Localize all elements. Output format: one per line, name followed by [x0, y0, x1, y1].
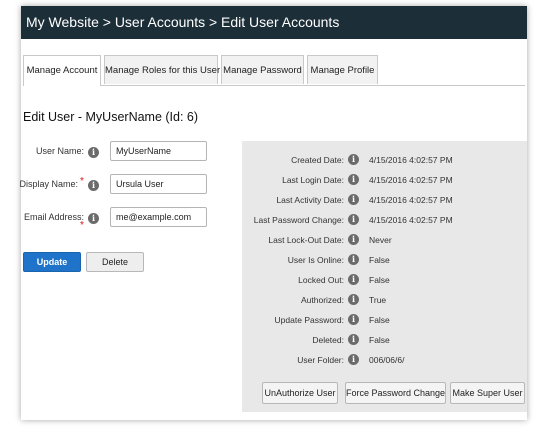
info-row: Last Activity Date: i 4/15/2016 4:02:57 PM: [242, 193, 527, 207]
info-icon[interactable]: i: [88, 213, 99, 224]
info-row-label: Last Activity Date:: [276, 195, 344, 205]
info-row-value: 4/15/2016 4:02:57 PM: [369, 175, 453, 185]
info-icon[interactable]: i: [348, 314, 359, 325]
tab-manage-password[interactable]: Manage Password: [221, 55, 304, 84]
required-marker: *: [80, 176, 84, 187]
info-row: User Folder: i 006/06/6/: [242, 353, 527, 367]
info-row-value: 4/15/2016 4:02:57 PM: [369, 155, 453, 165]
info-icon[interactable]: i: [348, 334, 359, 345]
info-row-value: 4/15/2016 4:02:57 PM: [369, 195, 453, 205]
username-field[interactable]: MyUserName: [110, 141, 207, 161]
info-icon[interactable]: i: [348, 214, 359, 225]
info-row-value: 4/15/2016 4:02:57 PM: [369, 215, 453, 225]
tab-bar: Manage Account Manage Roles for this Use…: [23, 55, 525, 86]
make-super-user-button[interactable]: Make Super User: [450, 382, 525, 404]
unauthorize-user-button[interactable]: UnAuthorize User: [262, 382, 338, 404]
info-row: Authorized: i True: [242, 293, 527, 307]
info-row-label: Last Lock-Out Date:: [268, 235, 344, 245]
info-row-value: 006/06/6/: [369, 355, 405, 365]
info-row: Created Date: i 4/15/2016 4:02:57 PM: [242, 153, 527, 167]
account-info-panel: Created Date: i 4/15/2016 4:02:57 PM Last L…: [242, 141, 527, 412]
force-password-change-button[interactable]: Force Password Change: [345, 382, 446, 404]
info-row-value: True: [369, 295, 387, 305]
info-row-value: False: [369, 335, 390, 345]
info-row-label: Locked Out:: [298, 275, 344, 285]
info-row-value: Never: [369, 235, 392, 245]
info-row-label: User Is Online:: [287, 255, 344, 265]
info-icon[interactable]: i: [348, 154, 359, 165]
info-icon[interactable]: i: [348, 234, 359, 245]
info-row-label: User Folder:: [297, 355, 344, 365]
email-label: Email Address:: [23, 212, 84, 222]
breadcrumb-title: My Website > User Accounts > Edit User A…: [21, 6, 527, 39]
info-row-label: Deleted:: [312, 335, 344, 345]
info-icon[interactable]: i: [348, 354, 359, 365]
info-row-label: Created Date:: [291, 155, 344, 165]
info-icon[interactable]: i: [88, 180, 99, 191]
info-icon[interactable]: i: [348, 194, 359, 205]
info-icon[interactable]: i: [348, 254, 359, 265]
info-row-value: False: [369, 275, 390, 285]
required-marker: *: [80, 220, 84, 231]
info-row: Last Login Date: i 4/15/2016 4:02:57 PM: [242, 173, 527, 187]
update-button[interactable]: Update: [23, 252, 81, 272]
tab-manage-account[interactable]: Manage Account: [23, 55, 101, 86]
tab-manage-roles[interactable]: Manage Roles for this User: [104, 55, 220, 84]
info-row: Update Password: i False: [242, 313, 527, 327]
info-row-value: False: [369, 315, 390, 325]
info-row-value: False: [369, 255, 390, 265]
edit-user-panel: My Website > User Accounts > Edit User A…: [19, 6, 527, 420]
info-row-label: Last Password Change:: [253, 215, 344, 225]
info-row-label: Authorized:: [301, 295, 344, 305]
info-row: Last Lock-Out Date: i Never: [242, 233, 527, 247]
info-row: User Is Online: i False: [242, 253, 527, 267]
info-row-label: Update Password:: [274, 315, 344, 325]
info-icon[interactable]: i: [88, 147, 99, 158]
email-field[interactable]: me@example.com: [110, 207, 207, 227]
page-title: Edit User - MyUserName (Id: 6): [23, 110, 199, 124]
info-row: Deleted: i False: [242, 333, 527, 347]
display-name-label: Display Name:: [19, 179, 78, 189]
info-row: Last Password Change: i 4/15/2016 4:02:57 …: [242, 213, 527, 227]
info-icon[interactable]: i: [348, 294, 359, 305]
tab-manage-profile[interactable]: Manage Profile: [307, 55, 378, 84]
display-name-field[interactable]: Ursula User: [110, 174, 207, 194]
delete-button[interactable]: Delete: [86, 252, 144, 272]
info-icon[interactable]: i: [348, 274, 359, 285]
info-row-label: Last Login Date:: [282, 175, 344, 185]
info-row: Locked Out: i False: [242, 273, 527, 287]
info-icon[interactable]: i: [348, 174, 359, 185]
username-label: User Name:: [35, 146, 84, 156]
